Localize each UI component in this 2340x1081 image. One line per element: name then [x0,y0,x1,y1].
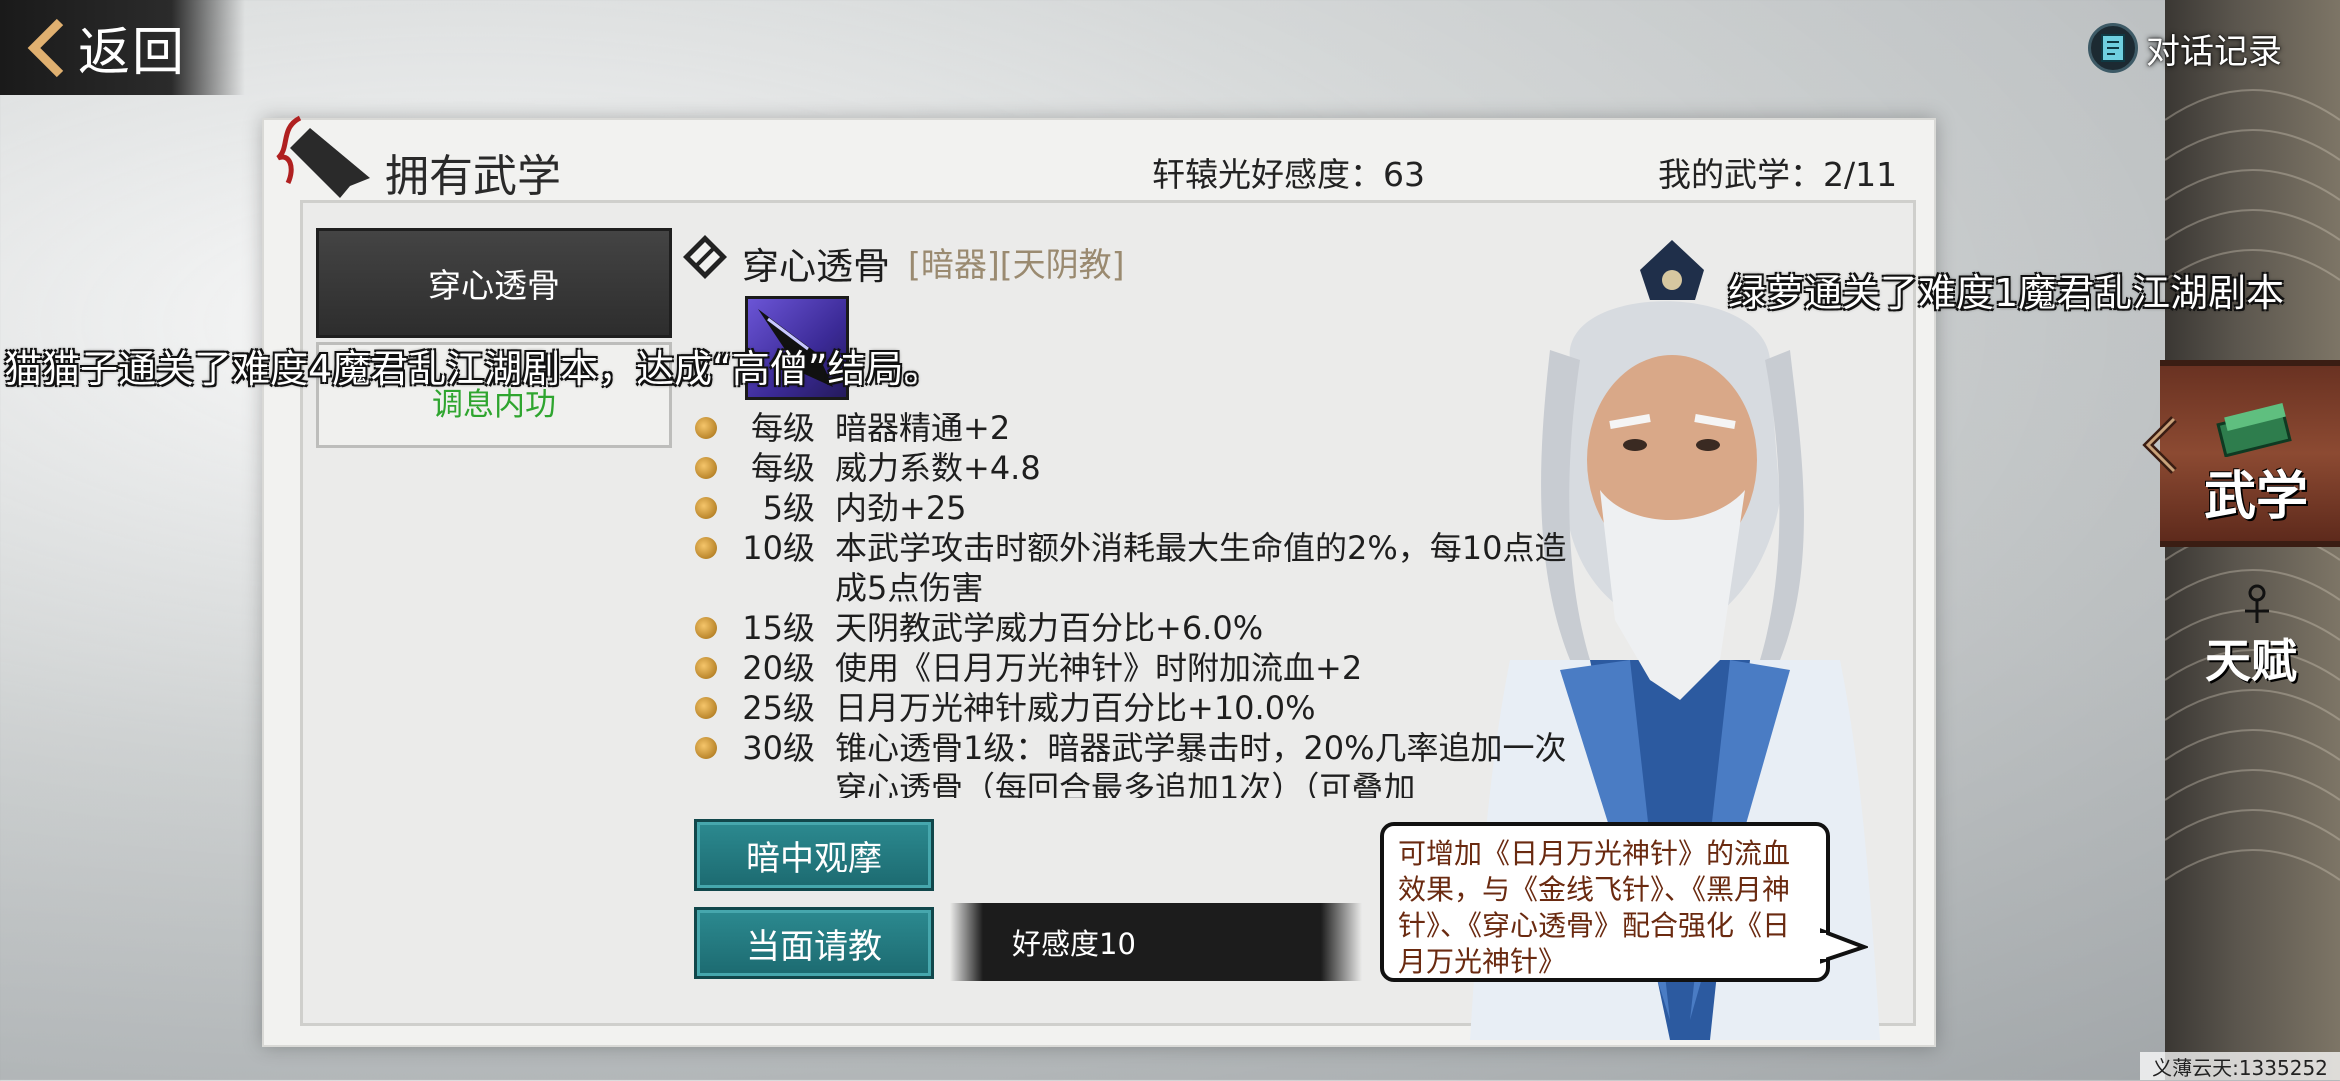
favor-value: 轩辕光好感度：63 [1152,155,1425,194]
skill-list-item-selected[interactable]: 穿心透骨 [316,228,672,338]
chevron-left-icon [27,18,64,77]
skill-name: 穿心透骨 [742,245,890,288]
bonus-level: 5级 [762,489,815,527]
bonus-text: 使用《日月万光神针》时附加流血+2 [835,649,1363,687]
watch-secretly-button[interactable]: 暗中观摩 [694,819,934,891]
skill-bonus-list: 每级 暗器精通+2 每级 威力系数+4.8 5级 内劲+25 10级 本武学攻击时额外消… [695,408,1575,798]
bonus-row: 15级 天阴教武学威力百分比+6.0% [695,608,1575,648]
bonus-text: 日月万光神针威力百分比+10.0% [835,689,1316,727]
back-button[interactable]: 返回 [0,0,245,95]
bonus-level: 30级 [742,729,815,767]
danmaku-message: 绿萝通关了难度1魔君乱江湖剧本 [1728,271,2285,315]
skill-tags: [暗器][天阴教] [908,245,1125,284]
bonus-row: 30级 锥心透骨1级：暗器武学暴击时，20%几率追加一次穿心透骨（每回合最多追加1… [695,728,1575,798]
bonus-level: 10级 [742,529,815,567]
bonus-text: 本武学攻击时额外消耗最大生命值的2%，每10点造成5点伤害 [835,529,1567,607]
bonus-level: 15级 [742,609,815,647]
back-label: 返回 [78,23,187,83]
dialog-log-label: 对话记录 [2146,31,2282,72]
bonus-text: 天阴教武学威力百分比+6.0% [835,609,1264,647]
favor-requirement-label: 好感度10 [1012,927,1136,961]
tab-martial-arts[interactable]: 武学 [2160,360,2340,547]
favor-requirement: 好感度10 [950,903,1362,981]
bullet-icon [695,417,717,439]
book-icon [2216,402,2292,457]
bullet-icon [695,457,717,479]
bullet-icon [695,497,717,519]
skill-list-label: 穿心透骨 [428,266,560,305]
bonus-text: 内劲+25 [835,489,967,527]
bonus-row: 20级 使用《日月万光神针》时附加流血+2 [695,648,1575,688]
bonus-text: 威力系数+4.8 [835,449,1041,487]
bullet-icon [695,537,717,559]
character-speech-bubble: 可增加《日月万光神针》的流血效果，与《金线飞针》、《黑月神针》、《穿心透骨》配合… [1380,822,1830,982]
server-watermark: 义薄云天:1335252 [2140,1052,2340,1080]
bullet-icon [695,657,717,679]
bonus-row: 5级 内劲+25 [695,488,1575,528]
bonus-row: 10级 本武学攻击时额外消耗最大生命值的2%，每10点造成5点伤害 [695,528,1575,608]
bonus-level: 25级 [742,689,815,727]
speech-text: 可增加《日月万光神针》的流血效果，与《金线飞针》、《黑月神针》、《穿心透骨》配合… [1398,837,1791,978]
panel-title: 拥有武学 [385,151,561,202]
bonus-row: 每级 暗器精通+2 [695,408,1575,448]
chevron-left-icon [2142,416,2177,474]
skill-type-icon [683,235,727,279]
bonus-level: 20级 [742,649,815,687]
dialog-log-button[interactable]: 对话记录 [2088,18,2282,78]
bullet-icon [695,697,717,719]
tab-label-martial: 武学 [2204,466,2309,527]
ask-directly-button[interactable]: 当面请教 [694,907,934,979]
bonus-row: 25级 日月万光神针威力百分比+10.0% [695,688,1575,728]
tab-label-talent: 天赋 [2205,634,2297,688]
bonus-level: 每级 [750,409,815,447]
bubble-tail [1820,928,1868,964]
tab-talent[interactable]: 天赋 [2165,575,2340,688]
bonus-text: 锥心透骨1级：暗器武学暴击时，20%几率追加一次穿心透骨（每回合最多追加1次）（… [835,729,1567,798]
bullet-icon [695,617,717,639]
dart-icon [276,115,370,198]
bonus-level: 每级 [750,449,815,487]
skill-count: 我的武学：2/11 [1658,155,1898,194]
bonus-text: 暗器精通+2 [835,409,1011,447]
talent-icon [2245,584,2269,623]
danmaku-message: 猫猫子通关了难度4魔君乱江湖剧本，达成“高僧”结局。 [4,347,942,391]
book-icon [2088,23,2138,73]
bullet-icon [695,737,717,759]
bonus-row: 每级 威力系数+4.8 [695,448,1575,488]
